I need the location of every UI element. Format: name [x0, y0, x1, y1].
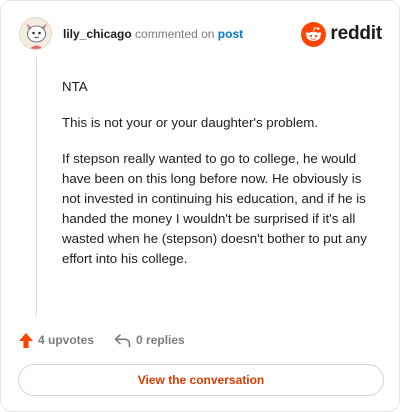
upvote-count: 4 upvotes — [38, 333, 95, 347]
action-text: commented on — [135, 27, 215, 41]
comment-paragraph: NTA — [62, 79, 88, 94]
comment-actions: 4 upvotes 0 replies — [18, 331, 185, 349]
reply-button[interactable]: 0 replies — [114, 333, 185, 348]
comment-paragraph: This is not your or your daughter's prob… — [62, 115, 319, 130]
reply-icon — [114, 333, 131, 347]
reddit-logo[interactable]: reddit — [301, 21, 382, 47]
comment-embed-card: lily_chicago commented on post reddit NT… — [0, 0, 400, 412]
thread-line — [36, 57, 37, 315]
upvote-button[interactable]: 4 upvotes — [18, 332, 94, 349]
upvote-arrow-icon — [19, 332, 33, 348]
comment-header: lily_chicago commented on post reddit — [1, 1, 399, 65]
brand-wordmark: reddit — [330, 23, 382, 44]
comment-body: NTA This is not your or your daughter's … — [62, 77, 380, 285]
view-conversation-button[interactable]: View the conversation — [18, 364, 384, 396]
username-link[interactable]: lily_chicago — [63, 27, 132, 41]
byline: lily_chicago commented on post — [63, 27, 243, 41]
comment-paragraph: If stepson really wanted to go to colleg… — [62, 151, 367, 266]
avatar[interactable] — [19, 17, 52, 50]
post-link[interactable]: post — [218, 27, 243, 41]
avatar-icon — [20, 18, 51, 49]
reply-count: 0 replies — [136, 333, 185, 347]
reddit-snoo-icon — [301, 21, 327, 47]
